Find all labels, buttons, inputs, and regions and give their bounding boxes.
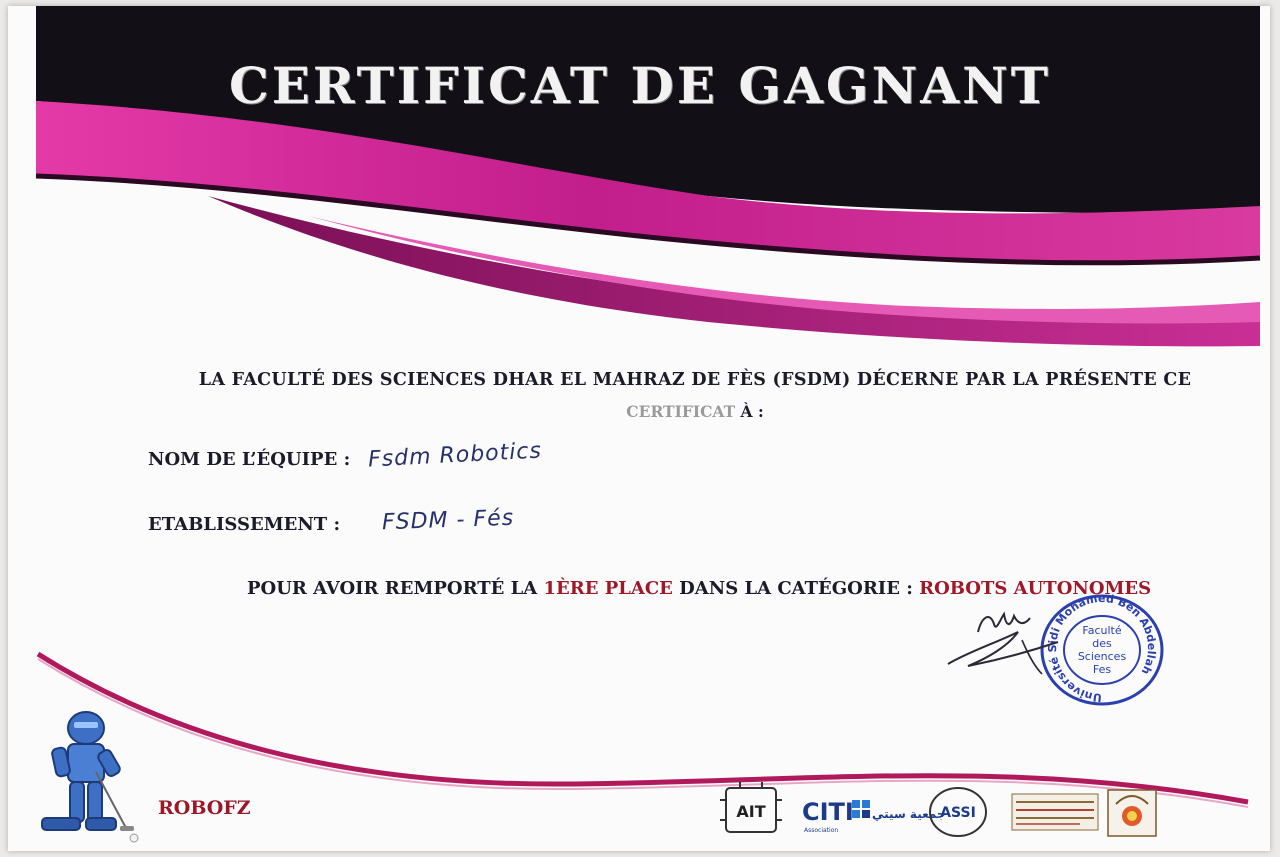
intro-line-1: LA FACULTÉ DES SCIENCES DHAR EL MAHRAZ D… bbox=[198, 370, 1192, 390]
event-name: ROBOFZ bbox=[158, 797, 251, 819]
intro-line-2: CERTIFICAT À : bbox=[8, 402, 1270, 421]
citi-logo-sub: Association bbox=[804, 827, 838, 834]
ait-logo-text: AIT bbox=[736, 802, 765, 821]
citi-logo-arabic: جمعية سيتي bbox=[872, 807, 946, 821]
intro-line-2-word: CERTIFICAT bbox=[626, 402, 736, 421]
bottom-wave bbox=[36, 651, 1249, 808]
award-prefix: POUR AVOIR REMPORTÉ LA bbox=[247, 578, 544, 599]
establishment-value: FSDM - Fés bbox=[381, 505, 515, 536]
certificate-title: CERTIFICAT DE GAGNANT bbox=[228, 56, 1051, 115]
stamp-line-1: Faculté bbox=[1082, 624, 1121, 637]
citi-logo-icon: CITI Association جمعية سيتي bbox=[802, 798, 946, 834]
signature bbox=[947, 611, 1059, 675]
stamp-line-4: Fes bbox=[1093, 663, 1111, 676]
establishment-label: ETABLISSEMENT : bbox=[148, 514, 341, 535]
robot-golfer-icon bbox=[41, 711, 139, 843]
stamp-line-2: des bbox=[1092, 637, 1112, 650]
award-mid: DANS LA CATÉGORIE : bbox=[672, 578, 920, 599]
award-statement: POUR AVOIR REMPORTÉ LA 1ÈRE PLACE DANS L… bbox=[247, 578, 1151, 599]
citi-logo-text: CITI bbox=[802, 798, 854, 826]
ait-logo-icon: AIT bbox=[720, 782, 782, 833]
partner-logos: AIT CITI Association جمعية سيتي ASSI bbox=[720, 782, 1157, 837]
faculty-logo-icon bbox=[1011, 793, 1099, 831]
stamp-line-3: Sciences bbox=[1078, 650, 1127, 663]
team-name-label: NOM DE L’ÉQUIPE : bbox=[148, 449, 351, 470]
certificate-sheet: CERTIFICAT DE GAGNANT LA FACULTÉ DES SCI… bbox=[8, 6, 1270, 851]
university-logo-icon bbox=[1107, 789, 1157, 837]
intro-line-2-rest: À : bbox=[735, 402, 764, 421]
assi-logo-text: ASSI bbox=[940, 805, 976, 821]
award-place: 1ÈRE PLACE bbox=[543, 578, 673, 599]
